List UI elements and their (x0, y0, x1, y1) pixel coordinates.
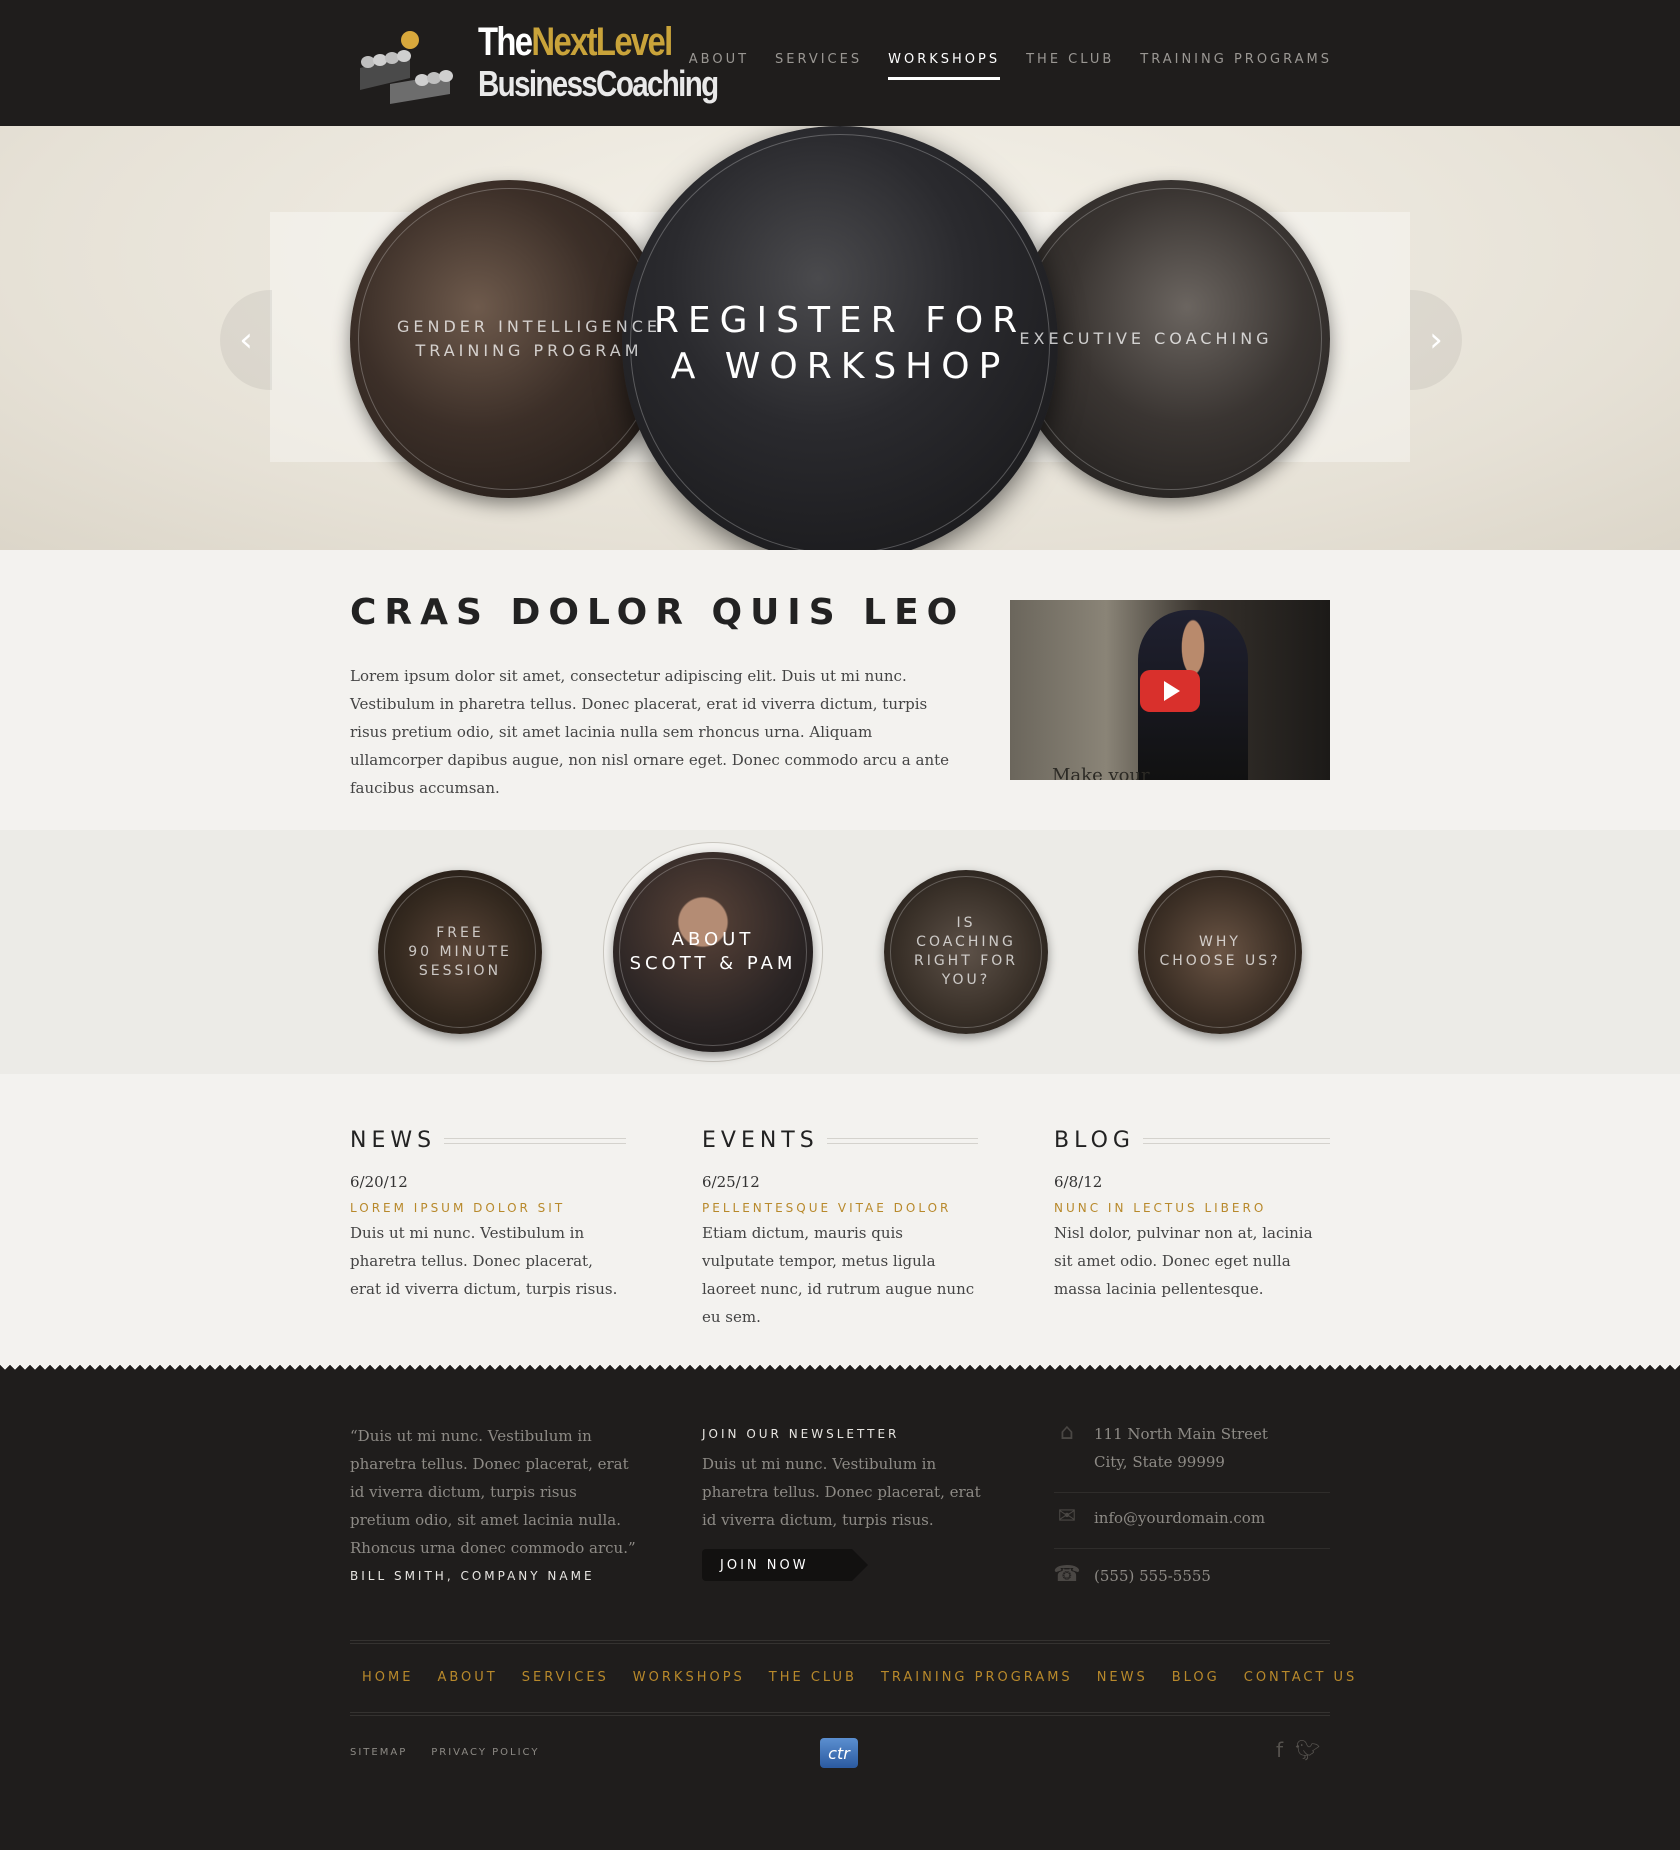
footer-nav-services[interactable]: SERVICES (522, 1670, 609, 1685)
legal-links: SITEMAP PRIVACY POLICY (350, 1747, 539, 1758)
feature-band: FREE 90 MINUTE SESSION ABOUT SCOTT & PAM… (0, 830, 1680, 1074)
column-heading: NEWS (350, 1128, 626, 1153)
nav-about[interactable]: ABOUT (689, 52, 749, 80)
video-thumbnail[interactable]: Make your (1010, 600, 1330, 780)
join-now-button[interactable]: JOIN NOW (702, 1549, 868, 1581)
column-heading: BLOG (1054, 1128, 1330, 1153)
newsletter-title: JOIN OUR NEWSLETTER (702, 1427, 900, 1441)
mail-icon: ✉ (1057, 1504, 1077, 1529)
feature-label: FREE 90 MINUTE SESSION (408, 924, 512, 979)
slide-register-workshop[interactable]: REGISTER FOR A WORKSHOP (622, 126, 1058, 550)
logo-mark-icon (360, 31, 453, 104)
site-logo[interactable]: TheNextLevel BusinessCoaching (350, 20, 719, 106)
feature-about-scott-pam[interactable]: ABOUT SCOTT & PAM (613, 852, 813, 1052)
column-heading: EVENTS (702, 1128, 978, 1153)
post-excerpt: Nisl dolor, pulvinar non at, lacinia sit… (1054, 1224, 1313, 1298)
contact-phone: ☎ (555) 555-5555 (1053, 1562, 1330, 1590)
site-footer (0, 1372, 1680, 1850)
intro-title: CRAS DOLOR QUIS LEO (350, 592, 966, 633)
feature-why-choose-us[interactable]: WHY CHOOSE US? (1138, 870, 1302, 1034)
nav-the-club[interactable]: THE CLUB (1026, 52, 1114, 80)
nav-services[interactable]: SERVICES (775, 52, 862, 80)
site-credit-badge[interactable]: ctr (820, 1738, 858, 1768)
site-header: TheNextLevel BusinessCoaching ABOUT SERV… (0, 0, 1680, 126)
logo-text-line1: TheNextLevel (478, 20, 673, 64)
post-title-link[interactable]: NUNC IN LECTUS LIBERO (1054, 1201, 1330, 1215)
news-column: NEWS 6/20/12 LOREM IPSUM DOLOR SIT Duis … (350, 1128, 626, 1303)
feature-free-session[interactable]: FREE 90 MINUTE SESSION (378, 870, 542, 1034)
footer-nav-the-club[interactable]: THE CLUB (769, 1670, 857, 1685)
slider-next-button[interactable]: › (1410, 290, 1462, 390)
main-nav: ABOUT SERVICES WORKSHOPS THE CLUB TRAINI… (689, 52, 1332, 80)
slide-executive-coaching[interactable]: EXECUTIVE COACHING (1012, 180, 1330, 498)
feature-label: IS COACHING RIGHT FOR YOU? (913, 915, 1019, 988)
phone-icon: ☎ (1053, 1562, 1081, 1587)
email-link[interactable]: info@yourdomain.com (1094, 1504, 1265, 1532)
footer-divider (350, 1640, 1330, 1644)
post-date: 6/20/12 (350, 1173, 408, 1191)
twitter-icon[interactable]: 🐦︎ (1295, 1738, 1320, 1762)
feature-is-coaching-right[interactable]: IS COACHING RIGHT FOR YOU? (884, 870, 1048, 1034)
play-icon[interactable] (1140, 670, 1200, 712)
logo-text-line2: BusinessCoaching (478, 63, 719, 104)
footer-nav-contact-us[interactable]: CONTACT US (1244, 1670, 1358, 1685)
chevron-left-icon: ‹ (239, 320, 253, 360)
contact-email[interactable]: ✉ info@yourdomain.com (1054, 1504, 1330, 1532)
phone-number[interactable]: (555) 555-5555 (1094, 1562, 1211, 1590)
slide-label: GENDER INTELLIGENCE TRAINING PROGRAM (397, 317, 661, 360)
slide-main-label: REGISTER FOR A WORKSHOP (653, 300, 1027, 387)
privacy-policy-link[interactable]: PRIVACY POLICY (431, 1747, 539, 1758)
footer-nav-about[interactable]: ABOUT (437, 1670, 497, 1685)
feature-label: ABOUT SCOTT & PAM (629, 929, 797, 974)
address-line1: 111 North Main Street (1094, 1425, 1268, 1443)
contact-divider (1054, 1492, 1330, 1493)
slide-gender-intelligence[interactable]: GENDER INTELLIGENCE TRAINING PROGRAM (350, 180, 668, 498)
hero-slider: ‹ › GENDER INTELLIGENCE TRAINING PROGRAM… (0, 126, 1680, 550)
slider-prev-button[interactable]: ‹ (220, 290, 272, 390)
post-excerpt: Duis ut mi nunc. Vestibulum in pharetra … (350, 1224, 618, 1298)
nav-workshops[interactable]: WORKSHOPS (888, 52, 1001, 80)
intro-text: Lorem ipsum dolor sit amet, consectetur … (350, 667, 950, 797)
footer-zigzag-edge (0, 1362, 1680, 1372)
post-excerpt: Etiam dictum, mauris quis vulputate temp… (702, 1224, 975, 1326)
facebook-icon[interactable]: f (1276, 1738, 1283, 1762)
slide-label: EXECUTIVE COACHING (1019, 329, 1273, 348)
nav-training-programs[interactable]: TRAINING PROGRAMS (1140, 52, 1332, 80)
testimonial-author: BILL SMITH, COMPANY NAME (350, 1569, 595, 1583)
blog-column: BLOG 6/8/12 NUNC IN LECTUS LIBERO Nisl d… (1054, 1128, 1330, 1303)
footer-nav-workshops[interactable]: WORKSHOPS (633, 1670, 745, 1685)
footer-nav-blog[interactable]: BLOG (1172, 1670, 1220, 1685)
post-date: 6/25/12 (702, 1173, 760, 1191)
newsletter-text: Duis ut mi nunc. Vestibulum in pharetra … (702, 1455, 981, 1529)
post-title-link[interactable]: PELLENTESQUE VITAE DOLOR (702, 1201, 978, 1215)
social-links: f 🐦︎ (1276, 1738, 1320, 1762)
address-line2: City, State 99999 (1094, 1453, 1225, 1471)
contact-divider (1054, 1548, 1330, 1549)
post-date: 6/8/12 (1054, 1173, 1103, 1191)
contact-address: ⌂ 111 North Main Street City, State 99999 (1054, 1420, 1330, 1476)
feature-label: WHY CHOOSE US? (1159, 934, 1281, 969)
home-icon: ⌂ (1060, 1420, 1074, 1445)
testimonial-quote: “Duis ut mi nunc. Vestibulum in pharetra… (350, 1427, 636, 1557)
footer-divider (350, 1712, 1330, 1716)
sitemap-link[interactable]: SITEMAP (350, 1747, 407, 1758)
footer-nav-home[interactable]: HOME (362, 1670, 413, 1685)
video-caption: Make your (1052, 765, 1150, 780)
footer-nav-training-programs[interactable]: TRAINING PROGRAMS (881, 1670, 1073, 1685)
footer-nav: HOME ABOUT SERVICES WORKSHOPS THE CLUB T… (362, 1670, 1357, 1685)
chevron-right-icon: › (1429, 320, 1443, 360)
post-title-link[interactable]: LOREM IPSUM DOLOR SIT (350, 1201, 626, 1215)
events-column: EVENTS 6/25/12 PELLENTESQUE VITAE DOLOR … (702, 1128, 978, 1331)
footer-nav-news[interactable]: NEWS (1097, 1670, 1148, 1685)
